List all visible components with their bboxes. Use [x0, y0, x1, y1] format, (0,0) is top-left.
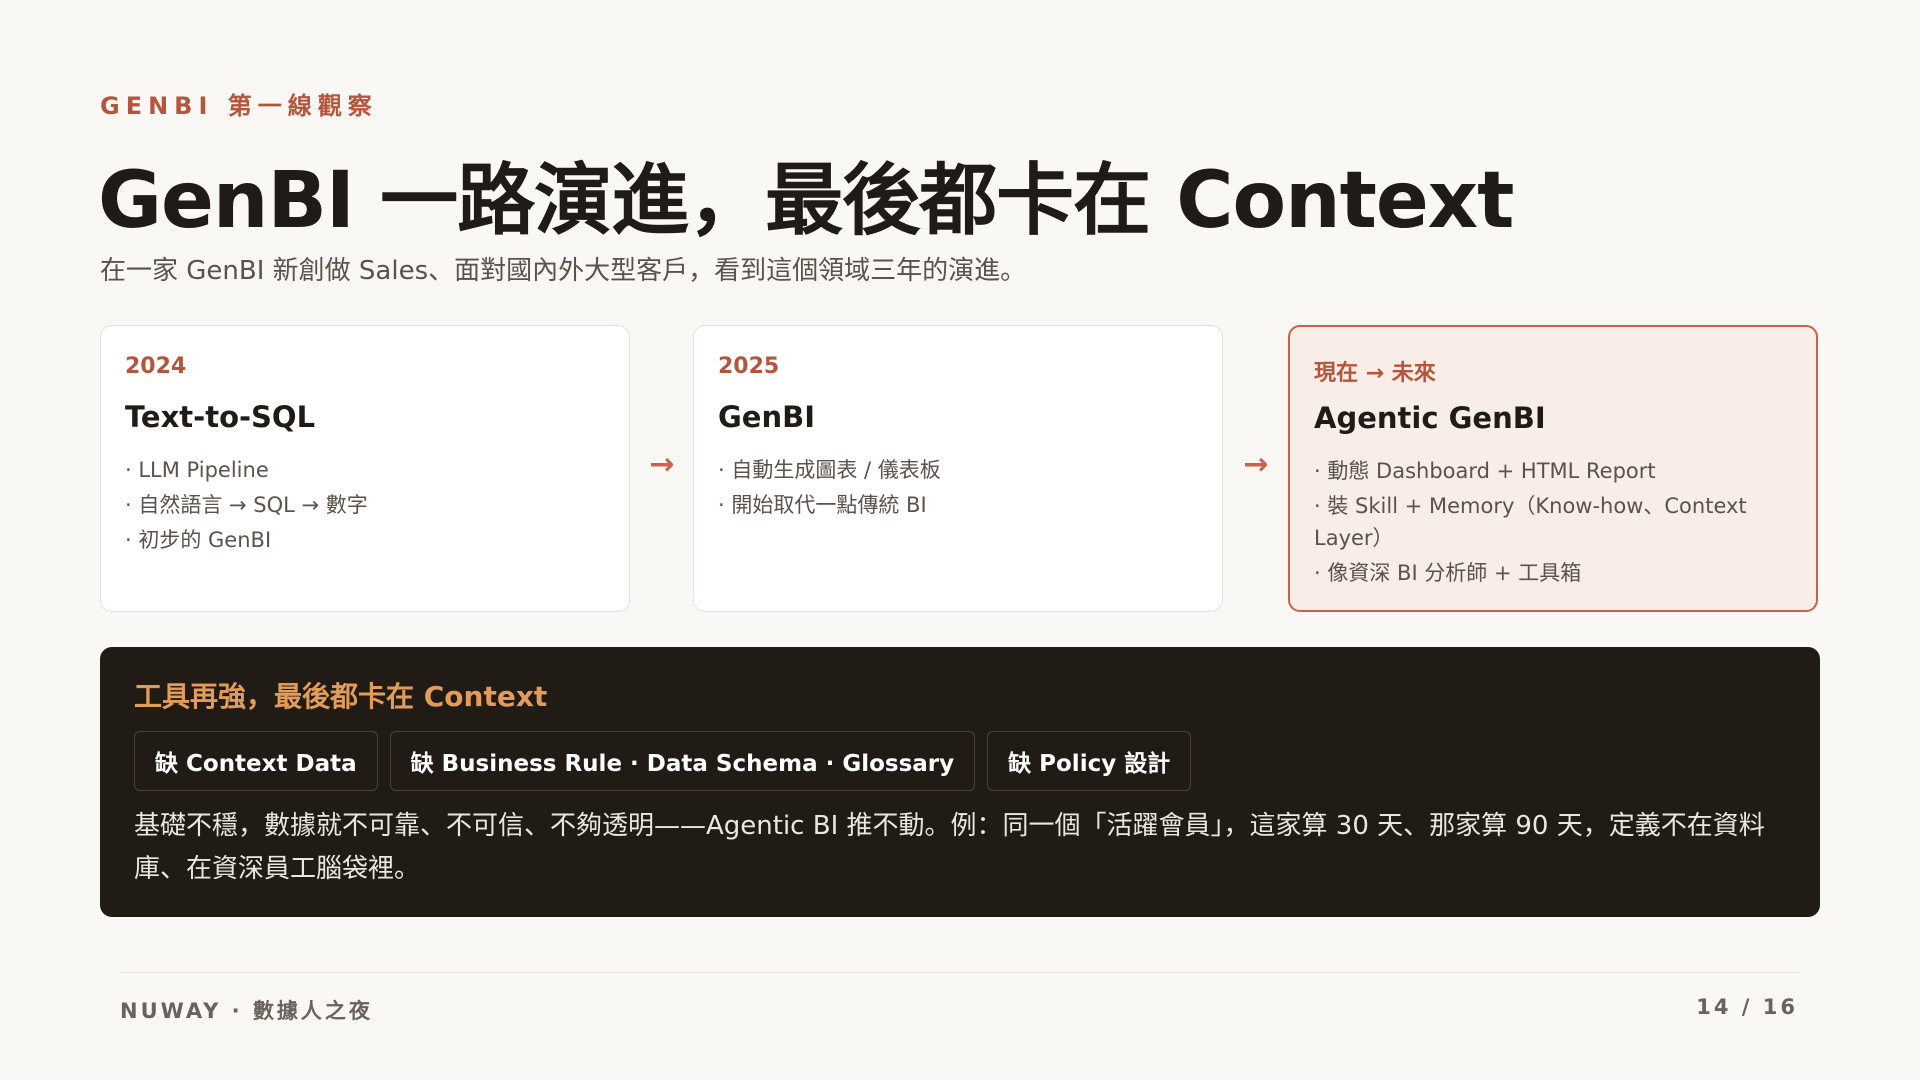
card-item: 像資深 BI 分析師 + 工具箱	[1314, 557, 1792, 589]
card-year: 2025	[718, 354, 780, 379]
card-item: 裝 Skill + Memory（Know-how、Context Layer）	[1314, 490, 1792, 554]
footer-brand: NUWAY · 數據人之夜	[120, 999, 373, 1023]
card-item: 自動生成圖表 / 儀表板	[718, 454, 1198, 486]
timeline-cards: 2024 Text-to-SQL LLM Pipeline 自然語言 → SQL…	[100, 325, 1820, 612]
chip-policy: 缺 Policy 設計	[987, 731, 1192, 791]
timeline-card-2025: 2025 GenBI 自動生成圖表 / 儀表板 開始取代一點傳統 BI	[693, 325, 1223, 612]
card-year: 2024	[125, 354, 187, 379]
card-items: 動態 Dashboard + HTML Report 裝 Skill + Mem…	[1314, 455, 1792, 589]
missing-chips: 缺 Context Data 缺 Business Rule · Data Sc…	[134, 731, 1786, 791]
card-item: 自然語言 → SQL → 數字	[125, 489, 605, 521]
card-title: GenBI	[718, 400, 816, 434]
card-items: LLM Pipeline 自然語言 → SQL → 數字 初步的 GenBI	[125, 454, 605, 556]
chip-context-data: 缺 Context Data	[134, 731, 378, 791]
page-number: 14 / 16	[1696, 995, 1798, 1019]
callout-body: 基礎不穩，數據就不可靠、不可信、不夠透明——Agentic BI 推不動。例：同…	[134, 811, 1765, 884]
card-title: Agentic GenBI	[1314, 401, 1546, 435]
card-item: 開始取代一點傳統 BI	[718, 489, 1198, 521]
chip-business-rule: 缺 Business Rule · Data Schema · Glossary	[389, 731, 976, 791]
page-title: GenBI 一路演進，最後都卡在 Context	[98, 156, 1514, 246]
arrow-right-icon: →	[649, 447, 675, 482]
timeline-card-future: 現在 → 未來 Agentic GenBI 動態 Dashboard + HTM…	[1288, 325, 1818, 612]
timeline-card-2024: 2024 Text-to-SQL LLM Pipeline 自然語言 → SQL…	[100, 325, 630, 612]
eyebrow-label: GENBI 第一線觀察	[100, 92, 378, 120]
page-subtitle: 在一家 GenBI 新創做 Sales、面對國內外大型客戶，看到這個領域三年的演…	[100, 256, 1027, 286]
context-callout: 工具再強，最後都卡在 Context 缺 Context Data 缺 Busi…	[100, 647, 1820, 917]
card-item: LLM Pipeline	[125, 454, 605, 486]
card-year: 現在 → 未來	[1314, 361, 1436, 386]
card-item: 動態 Dashboard + HTML Report	[1314, 455, 1792, 487]
card-items: 自動生成圖表 / 儀表板 開始取代一點傳統 BI	[718, 454, 1198, 521]
card-item: 初步的 GenBI	[125, 524, 605, 556]
arrow-right-icon: →	[1243, 447, 1269, 482]
footer-divider	[120, 972, 1800, 973]
callout-heading: 工具再強，最後都卡在 Context	[134, 680, 548, 713]
card-title: Text-to-SQL	[125, 400, 316, 434]
